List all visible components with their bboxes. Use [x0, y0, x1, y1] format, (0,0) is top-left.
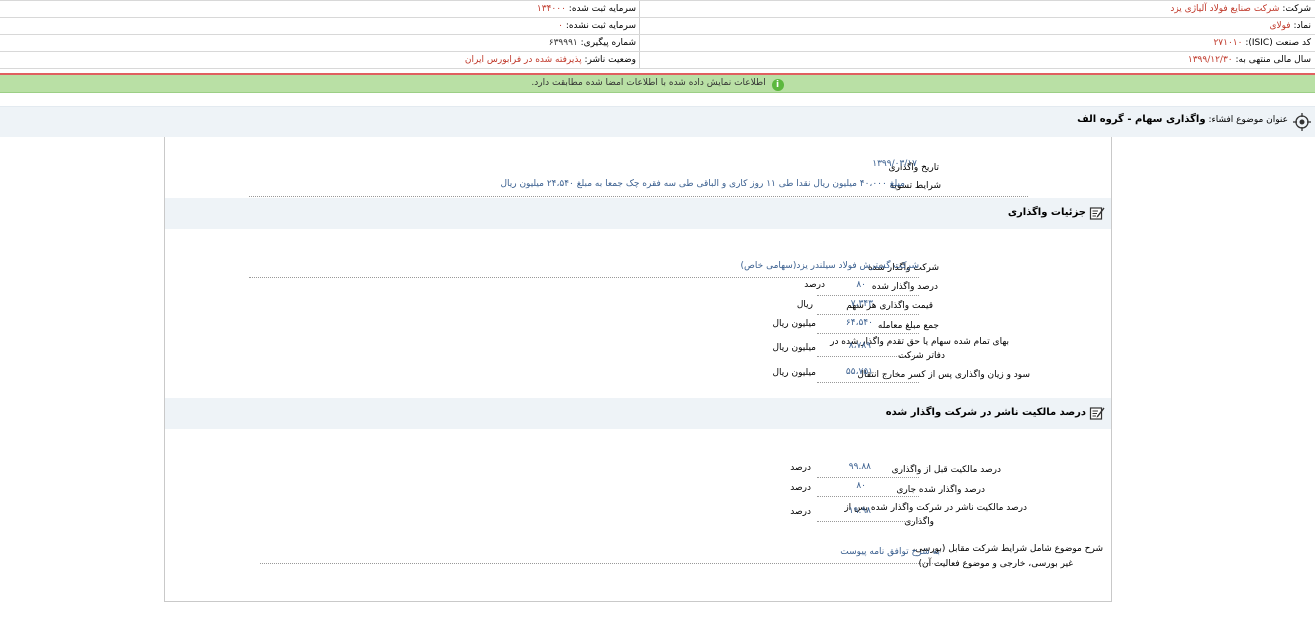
verification-notice: i اطلاعات نمایش داده شده با اطلاعات امضا…: [0, 75, 1315, 92]
settlement-underline: [249, 196, 1028, 197]
tracking-value: ۶۳۹۹۹۱: [548, 38, 578, 48]
header-info-table: شرکت: شرکت صنایع فولاد آلیاژی یزد سرمایه…: [0, 0, 1315, 69]
capital-unregistered-value: ۰: [558, 21, 563, 31]
header-row-4: سال مالی منتهی به: ۱۳۹۹/۱۲/۳۰ وضعیت ناشر…: [0, 52, 1315, 69]
fiscal-label: سال مالی منتهی به:: [1235, 55, 1311, 65]
description-label-line1: شرح موضوع شامل شرایط شرکت مقابل (بورسی،: [912, 544, 1103, 554]
book-cost-unit: میلیون ریال: [772, 343, 816, 353]
transferred-company-value: شرکت گسترش فولاد سیلندر یزد(سهامی خاص): [740, 261, 919, 271]
ownership-after-unit: درصد: [790, 507, 811, 517]
capital-registered-value: ۱۳۴۰۰۰: [536, 4, 566, 14]
details-section-title: جزئیات واگذاری: [1007, 207, 1086, 218]
subject-bar: عنوان موضوع افشاء: واگذاری سهام - گروه ا…: [0, 106, 1315, 137]
ownership-after-label-line1: درصد مالکیت ناشر در شرکت واگذار شده پس ا…: [844, 503, 1027, 513]
deal-total-value: ۶۴،۵۴۰: [845, 318, 873, 328]
current-transfer-label: درصد واگذار شده جاری: [896, 485, 985, 495]
isic-value: ۲۷۱۰۱۰: [1213, 38, 1243, 48]
header-row-1: شرکت: شرکت صنایع فولاد آلیاژی یزد سرمایه…: [0, 1, 1315, 18]
subject-value: واگذاری سهام - گروه الف: [1077, 114, 1206, 125]
profit-loss-value: ۵۵،۷۵۱: [845, 367, 873, 377]
settlement-value: مبلغ ۴۰،۰۰۰ میلیون ریال نقدا طی ۱۱ روز ک…: [500, 179, 905, 189]
description-label-line2: غیر بورسی، خارجی و موضوع فعالیت آن): [918, 559, 1074, 569]
isic-cell: کد صنعت (ISIC): ۲۷۱۰۱۰: [1213, 35, 1311, 52]
tracking-cell: شماره پیگیری: ۶۳۹۹۹۱: [549, 35, 636, 52]
current-transfer-value: ۸۰: [856, 481, 866, 491]
status-label: وضعیت ناشر:: [584, 55, 636, 65]
ownership-section-header: درصد مالکیت ناشر در شرکت واگذار شده: [165, 398, 1111, 429]
profit-loss-label: سود و زیان واگذاری پس از کسر مخارج انتقا…: [857, 370, 1030, 380]
subject-title: عنوان موضوع افشاء: واگذاری سهام - گروه ا…: [1077, 114, 1288, 125]
profit-loss-unit: میلیون ریال: [772, 368, 816, 378]
description-value: به شرح توافق نامه پیوست: [840, 547, 940, 557]
fiscal-cell: سال مالی منتهی به: ۱۳۹۹/۱۲/۳۰: [1188, 52, 1311, 69]
capital-unregistered-cell: سرمایه ثبت نشده: ۰: [558, 18, 636, 35]
edit-note-icon: [1089, 207, 1105, 220]
description-underline: [260, 563, 943, 564]
current-transfer-unit: درصد: [790, 483, 811, 493]
tracking-label: شماره پیگیری:: [580, 38, 636, 48]
share-price-value: ۷،۳۴۳: [850, 299, 873, 309]
transferred-company-underline: [249, 277, 919, 278]
deal-total-label: جمع مبلغ معامله: [877, 321, 939, 331]
ownership-before-label: درصد مالکیت قبل از واگذاری: [891, 465, 1001, 475]
transfer-date-value: ۱۳۹۹/۰۳/۱۷: [872, 159, 917, 169]
book-cost-value: ۸،۷۸۹: [848, 341, 871, 351]
details-percent-value: ۸۰: [856, 280, 866, 290]
subject-label: عنوان موضوع افشاء:: [1208, 115, 1288, 125]
verification-notice-text: اطلاعات نمایش داده شده با اطلاعات امضا ش…: [531, 78, 766, 88]
deal-total-unit: میلیون ریال: [772, 319, 816, 329]
ownership-before-value: ۹۹.۸۸: [848, 462, 871, 472]
capital-registered-label: سرمایه ثبت شده:: [568, 4, 636, 14]
ownership-after-value: ۱۹.۹۸: [848, 506, 871, 516]
status-cell: وضعیت ناشر: پذیرفته شده در فرابورس ایران: [465, 52, 636, 69]
status-value: پذیرفته شده در فرابورس ایران: [464, 55, 582, 65]
symbol-value: فولای: [1269, 21, 1291, 31]
details-percent-label: درصد واگذار شده: [871, 282, 938, 292]
company-label: شرکت:: [1282, 4, 1311, 14]
edit-note-icon: [1089, 407, 1105, 420]
details-percent-unit: درصد: [804, 280, 825, 290]
symbol-cell: نماد: فولای: [1269, 18, 1311, 35]
ownership-section-title: درصد مالکیت ناشر در شرکت واگذار شده: [885, 407, 1086, 418]
symbol-label: نماد:: [1293, 21, 1312, 31]
ownership-after-label-line2: واگذاری: [904, 517, 934, 527]
share-price-unit: ریال: [796, 300, 813, 310]
company-value: شرکت صنایع فولاد آلیاژی یزد: [1170, 4, 1280, 14]
capital-registered-cell: سرمایه ثبت شده: ۱۳۴۰۰۰: [537, 1, 636, 18]
info-icon: i: [771, 79, 784, 91]
header-row-3: کد صنعت (ISIC): ۲۷۱۰۱۰ شماره پیگیری: ۶۳۹…: [0, 35, 1315, 52]
capital-unregistered-label: سرمایه ثبت نشده:: [565, 21, 636, 31]
verification-notice-bar: i اطلاعات نمایش داده شده با اطلاعات امضا…: [0, 75, 1315, 93]
report-panel: تاریخ واگذاری ۱۳۹۹/۰۳/۱۷ شرایط تسویه مبل…: [164, 137, 1112, 602]
header-row-2: نماد: فولای سرمایه ثبت نشده: ۰: [0, 18, 1315, 35]
details-section-header: جزئیات واگذاری: [165, 198, 1111, 229]
fiscal-value: ۱۳۹۹/۱۲/۳۰: [1187, 55, 1233, 65]
target-icon: [1293, 113, 1311, 131]
isic-label: کد صنعت (ISIC):: [1245, 38, 1311, 48]
company-cell: شرکت: شرکت صنایع فولاد آلیاژی یزد: [1170, 1, 1311, 18]
ownership-before-unit: درصد: [790, 463, 811, 473]
